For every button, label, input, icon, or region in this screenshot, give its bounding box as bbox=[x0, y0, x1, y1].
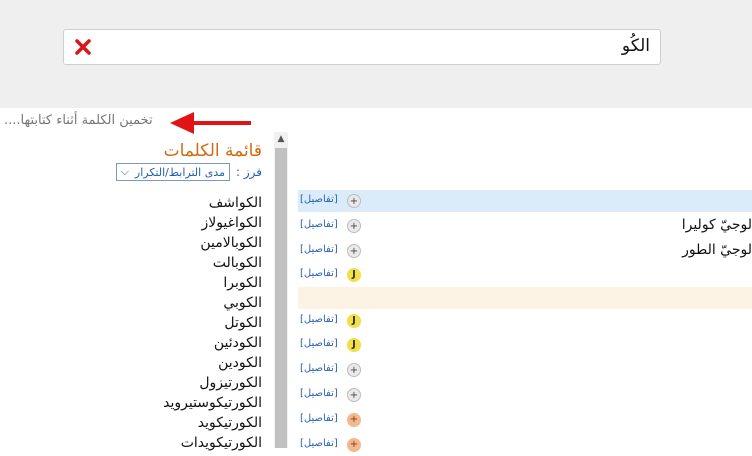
result-row[interactable]: [تفاصيل] + bbox=[298, 434, 752, 456]
details-link[interactable]: [تفاصيل] bbox=[300, 244, 338, 255]
details-link[interactable]: [تفاصيل] bbox=[300, 194, 338, 205]
word-list-item[interactable]: الكوتل bbox=[163, 313, 262, 333]
result-text: لوجيّ كوليرا bbox=[681, 217, 752, 233]
j-badge-icon[interactable]: J bbox=[347, 314, 361, 328]
expand-plus-icon[interactable]: + bbox=[347, 194, 361, 208]
result-row[interactable]: [تفاصيل] + bbox=[298, 359, 752, 381]
word-list-item[interactable]: الكوبالت bbox=[163, 253, 262, 273]
result-row[interactable] bbox=[298, 287, 752, 309]
word-list-item[interactable]: الكواشف bbox=[163, 193, 262, 213]
expand-plus-icon[interactable]: + bbox=[347, 413, 361, 427]
expand-plus-icon[interactable]: + bbox=[347, 388, 361, 402]
j-badge-icon[interactable]: J bbox=[347, 338, 361, 352]
details-link[interactable]: [تفاصيل] bbox=[300, 314, 338, 325]
expand-plus-icon[interactable]: + bbox=[347, 244, 361, 258]
scroll-thumb[interactable] bbox=[275, 148, 287, 448]
result-row[interactable]: [تفاصيل] + bbox=[298, 384, 752, 406]
word-list-item[interactable]: الكورتيكوستيرويد bbox=[163, 393, 262, 413]
details-link[interactable]: [تفاصيل] bbox=[300, 338, 338, 349]
sort-row: فرز : مدى الترابط/التكرار ⌵ bbox=[115, 163, 262, 181]
chevron-down-icon: ⌵ bbox=[120, 165, 129, 178]
expand-plus-icon[interactable]: + bbox=[347, 363, 361, 377]
sort-label: فرز : bbox=[235, 165, 262, 179]
details-link[interactable]: [تفاصيل] bbox=[300, 268, 338, 279]
sort-value: مدى الترابط/التكرار bbox=[134, 165, 225, 179]
word-list-item[interactable]: الكورتيزول bbox=[163, 373, 262, 393]
result-row[interactable]: [تفاصيل] J bbox=[298, 334, 752, 356]
word-list-item[interactable]: الكورتيكويدات bbox=[163, 433, 262, 453]
details-link[interactable]: [تفاصيل] bbox=[300, 413, 338, 424]
word-list-item[interactable]: الكوبالامين bbox=[163, 233, 262, 253]
scroll-up-icon[interactable]: ▲ bbox=[274, 132, 288, 146]
close-icon[interactable] bbox=[74, 38, 92, 56]
expand-plus-icon[interactable]: + bbox=[347, 438, 361, 452]
result-text: لوجيّ الطور bbox=[682, 242, 752, 258]
arrow-left-icon bbox=[170, 112, 251, 134]
details-link[interactable]: [تفاصيل] bbox=[300, 363, 338, 374]
j-badge-icon[interactable]: J bbox=[347, 268, 361, 282]
word-list: الكواشف الكواغيولاز الكوبالامين الكوبالت الك… bbox=[163, 193, 262, 453]
word-list-item[interactable]: الكودين bbox=[163, 353, 262, 373]
word-list-item[interactable]: الكودئين bbox=[163, 333, 262, 353]
hint-text: تخمين الكلمة أثناء كتابتها.... bbox=[4, 113, 153, 128]
result-row[interactable]: [تفاصيل] + لوجيّ كوليرا bbox=[298, 215, 752, 237]
search-area: الكُو bbox=[0, 0, 752, 108]
search-value[interactable]: الكُو bbox=[622, 36, 650, 56]
result-row[interactable]: [تفاصيل] + bbox=[298, 190, 752, 212]
word-list-title: قائمة الكلمات bbox=[163, 141, 262, 161]
details-link[interactable]: [تفاصيل] bbox=[300, 438, 338, 449]
result-row[interactable]: [تفاصيل] + لوجيّ الطور bbox=[298, 240, 752, 262]
word-list-item[interactable]: الكوبرا bbox=[163, 273, 262, 293]
search-input[interactable]: الكُو bbox=[63, 29, 661, 65]
word-list-item[interactable]: الكواغيولاز bbox=[163, 213, 262, 233]
word-list-item[interactable]: الكورتيكويد bbox=[163, 413, 262, 433]
result-row[interactable]: [تفاصيل] + bbox=[298, 409, 752, 431]
expand-plus-icon[interactable]: + bbox=[347, 219, 361, 233]
sort-select[interactable]: مدى الترابط/التكرار ⌵ bbox=[115, 163, 230, 181]
details-link[interactable]: [تفاصيل] bbox=[300, 388, 338, 399]
result-row[interactable]: [تفاصيل] J bbox=[298, 264, 752, 286]
details-link[interactable]: [تفاصيل] bbox=[300, 219, 338, 230]
result-row[interactable]: [تفاصيل] J bbox=[298, 310, 752, 332]
scrollbar[interactable]: ▲ bbox=[274, 132, 288, 448]
word-list-item[interactable]: الكوبي bbox=[163, 293, 262, 313]
